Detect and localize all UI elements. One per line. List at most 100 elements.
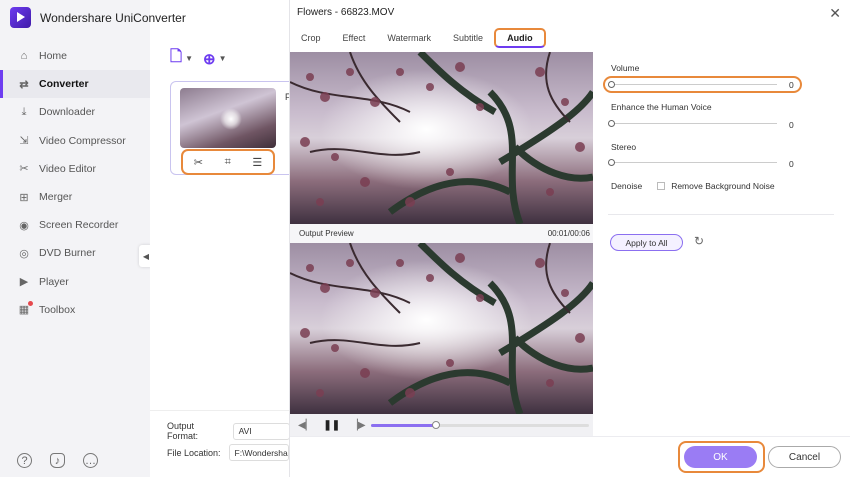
sidebar-item-dvd-burner[interactable]: ◎ DVD Burner bbox=[0, 239, 150, 267]
sidebar-item-label: Toolbox bbox=[39, 303, 76, 316]
edit-tools-group: ✂ ⌗ ☰ bbox=[181, 149, 275, 175]
divider bbox=[608, 214, 834, 215]
crop-icon[interactable]: ⌗ bbox=[225, 156, 231, 169]
recorder-icon: ◉ bbox=[19, 219, 29, 232]
denoise-row: Denoise Remove Background Noise bbox=[611, 181, 775, 191]
converter-toolbar: 🗋 ▼ ⊕ ▼ bbox=[170, 46, 226, 71]
file-location-label: File Location: bbox=[167, 447, 221, 458]
divider bbox=[290, 436, 850, 437]
sidebar-item-downloader[interactable]: ⤓ Downloader bbox=[0, 98, 150, 126]
sidebar-item-label: Video Editor bbox=[39, 162, 97, 175]
chevron-down-icon: ▼ bbox=[218, 54, 227, 63]
sidebar-item-label: DVD Burner bbox=[39, 247, 96, 260]
add-media-icon: ⊕ bbox=[202, 50, 216, 68]
slider-handle[interactable] bbox=[608, 81, 615, 88]
reset-icon[interactable]: ↻ bbox=[694, 234, 704, 248]
ok-button[interactable]: OK bbox=[684, 446, 757, 468]
effects-icon[interactable]: ☰ bbox=[252, 156, 262, 169]
next-frame-icon[interactable]: ▕▶ bbox=[350, 420, 365, 431]
output-video-frame bbox=[290, 243, 593, 414]
trim-icon[interactable]: ✂ bbox=[194, 156, 203, 169]
sidebar-item-toolbox[interactable]: ▦ Toolbox bbox=[0, 296, 150, 324]
slider-handle[interactable] bbox=[608, 159, 615, 166]
volume-value: 0 bbox=[789, 80, 794, 90]
stereo-slider[interactable] bbox=[608, 159, 777, 166]
sidebar-item-player[interactable]: ▶ Player bbox=[0, 268, 150, 296]
sidebar-item-home[interactable]: ⌂ Home bbox=[0, 42, 150, 70]
add-file-icon: 🗋 bbox=[170, 48, 183, 65]
video-thumbnail[interactable] bbox=[180, 88, 276, 148]
sidebar-item-converter[interactable]: ⇄ Converter bbox=[0, 70, 150, 99]
sidebar-item-video-editor[interactable]: ✂ Video Editor bbox=[0, 155, 150, 183]
add-media-button[interactable]: ⊕ ▼ bbox=[203, 50, 227, 68]
scissors-icon: ✂ bbox=[19, 163, 29, 176]
player-controls: ◀▏ ❚❚ ▕▶ bbox=[290, 414, 593, 436]
converter-main: 🗋 ▼ ⊕ ▼ F ✂ ⌗ ☰ Output Format: AVI File Lo… bbox=[150, 34, 295, 477]
denoise-label: Denoise bbox=[611, 181, 643, 191]
add-files-button[interactable]: 🗋 ▼ bbox=[170, 46, 193, 71]
remove-noise-checkbox[interactable] bbox=[657, 182, 666, 190]
sidebar-nav: ⌂ Home ⇄ Converter ⤓ Downloader ⇲ Video … bbox=[0, 42, 150, 324]
output-preview-bar: Output Preview 00:01/00:06 bbox=[290, 224, 593, 243]
app-window: Wondershare UniConverter ⌂ Home ⇄ Conver… bbox=[0, 0, 850, 477]
output-preview-label: Output Preview bbox=[299, 229, 354, 238]
sidebar-item-label: Converter bbox=[39, 78, 89, 91]
video-card[interactable]: F ✂ ⌗ ☰ bbox=[170, 81, 295, 175]
app-header: Wondershare UniConverter bbox=[10, 7, 186, 28]
previous-frame-icon[interactable]: ◀▏ bbox=[298, 420, 313, 431]
downloader-icon: ⤓ bbox=[21, 105, 27, 118]
sidebar: Wondershare UniConverter ⌂ Home ⇄ Conver… bbox=[0, 0, 186, 477]
home-icon: ⌂ bbox=[20, 50, 28, 63]
enhance-voice-slider[interactable] bbox=[608, 120, 777, 127]
blossom-image bbox=[290, 52, 593, 224]
seek-bar[interactable] bbox=[371, 421, 589, 429]
sidebar-item-screen-recorder[interactable]: ◉ Screen Recorder bbox=[0, 211, 150, 239]
sidebar-item-merger[interactable]: ⊞ Merger bbox=[0, 183, 150, 211]
disc-icon: ◎ bbox=[19, 247, 29, 260]
feedback-icon[interactable]: … bbox=[83, 453, 98, 468]
tab-subtitle[interactable]: Subtitle bbox=[442, 28, 494, 48]
sidebar-item-video-compressor[interactable]: ⇲ Video Compressor bbox=[0, 127, 150, 155]
file-location-field[interactable]: F:\Wondershare bbox=[228, 444, 289, 461]
enhance-voice-label: Enhance the Human Voice bbox=[611, 102, 712, 112]
play-icon: ▶ bbox=[19, 276, 29, 289]
grid-icon: ▦ bbox=[17, 300, 33, 317]
compressor-icon: ⇲ bbox=[19, 135, 29, 148]
file-location-row: File Location: F:\Wondershare bbox=[167, 444, 289, 461]
seek-bar-handle[interactable] bbox=[432, 421, 441, 429]
merger-icon: ⊞ bbox=[19, 191, 29, 204]
tab-watermark[interactable]: Watermark bbox=[376, 28, 442, 48]
apply-to-all-button[interactable]: Apply to All bbox=[610, 234, 683, 251]
editor-dialog: Flowers - 66823.MOV ✕ Crop Effect Waterm… bbox=[289, 0, 850, 477]
app-title: Wondershare UniConverter bbox=[40, 10, 186, 25]
slider-handle[interactable] bbox=[608, 120, 615, 127]
tab-crop[interactable]: Crop bbox=[290, 28, 332, 48]
sidebar-item-label: Video Compressor bbox=[39, 134, 126, 147]
help-icon[interactable]: ? bbox=[17, 453, 32, 468]
close-icon[interactable]: ✕ bbox=[829, 5, 841, 22]
tab-audio[interactable]: Audio bbox=[494, 28, 546, 48]
bell-icon[interactable]: ♪ bbox=[50, 453, 65, 468]
sidebar-item-label: Home bbox=[39, 50, 68, 63]
divider bbox=[150, 410, 290, 411]
converter-icon: ⇄ bbox=[19, 78, 29, 91]
notification-dot bbox=[28, 300, 33, 306]
sidebar-item-label: Screen Recorder bbox=[39, 219, 119, 232]
app-logo bbox=[10, 7, 31, 28]
sidebar-item-label: Downloader bbox=[39, 106, 96, 119]
output-format-row: Output Format: AVI bbox=[167, 421, 290, 441]
tab-effect[interactable]: Effect bbox=[332, 28, 377, 48]
cancel-button[interactable]: Cancel bbox=[768, 446, 841, 468]
output-format-label: Output Format: bbox=[167, 421, 199, 441]
blossom-image bbox=[290, 243, 593, 414]
original-video-frame bbox=[290, 52, 593, 224]
sidebar-item-label: Player bbox=[39, 275, 69, 288]
output-format-select[interactable]: AVI bbox=[232, 422, 290, 440]
pause-icon[interactable]: ❚❚ bbox=[323, 420, 340, 431]
stereo-value: 0 bbox=[789, 159, 794, 169]
chevron-down-icon: ▼ bbox=[185, 54, 193, 63]
volume-slider[interactable] bbox=[608, 81, 777, 88]
dialog-title: Flowers - 66823.MOV bbox=[297, 7, 395, 18]
seek-bar-fill bbox=[371, 424, 437, 427]
stereo-label: Stereo bbox=[611, 142, 637, 152]
